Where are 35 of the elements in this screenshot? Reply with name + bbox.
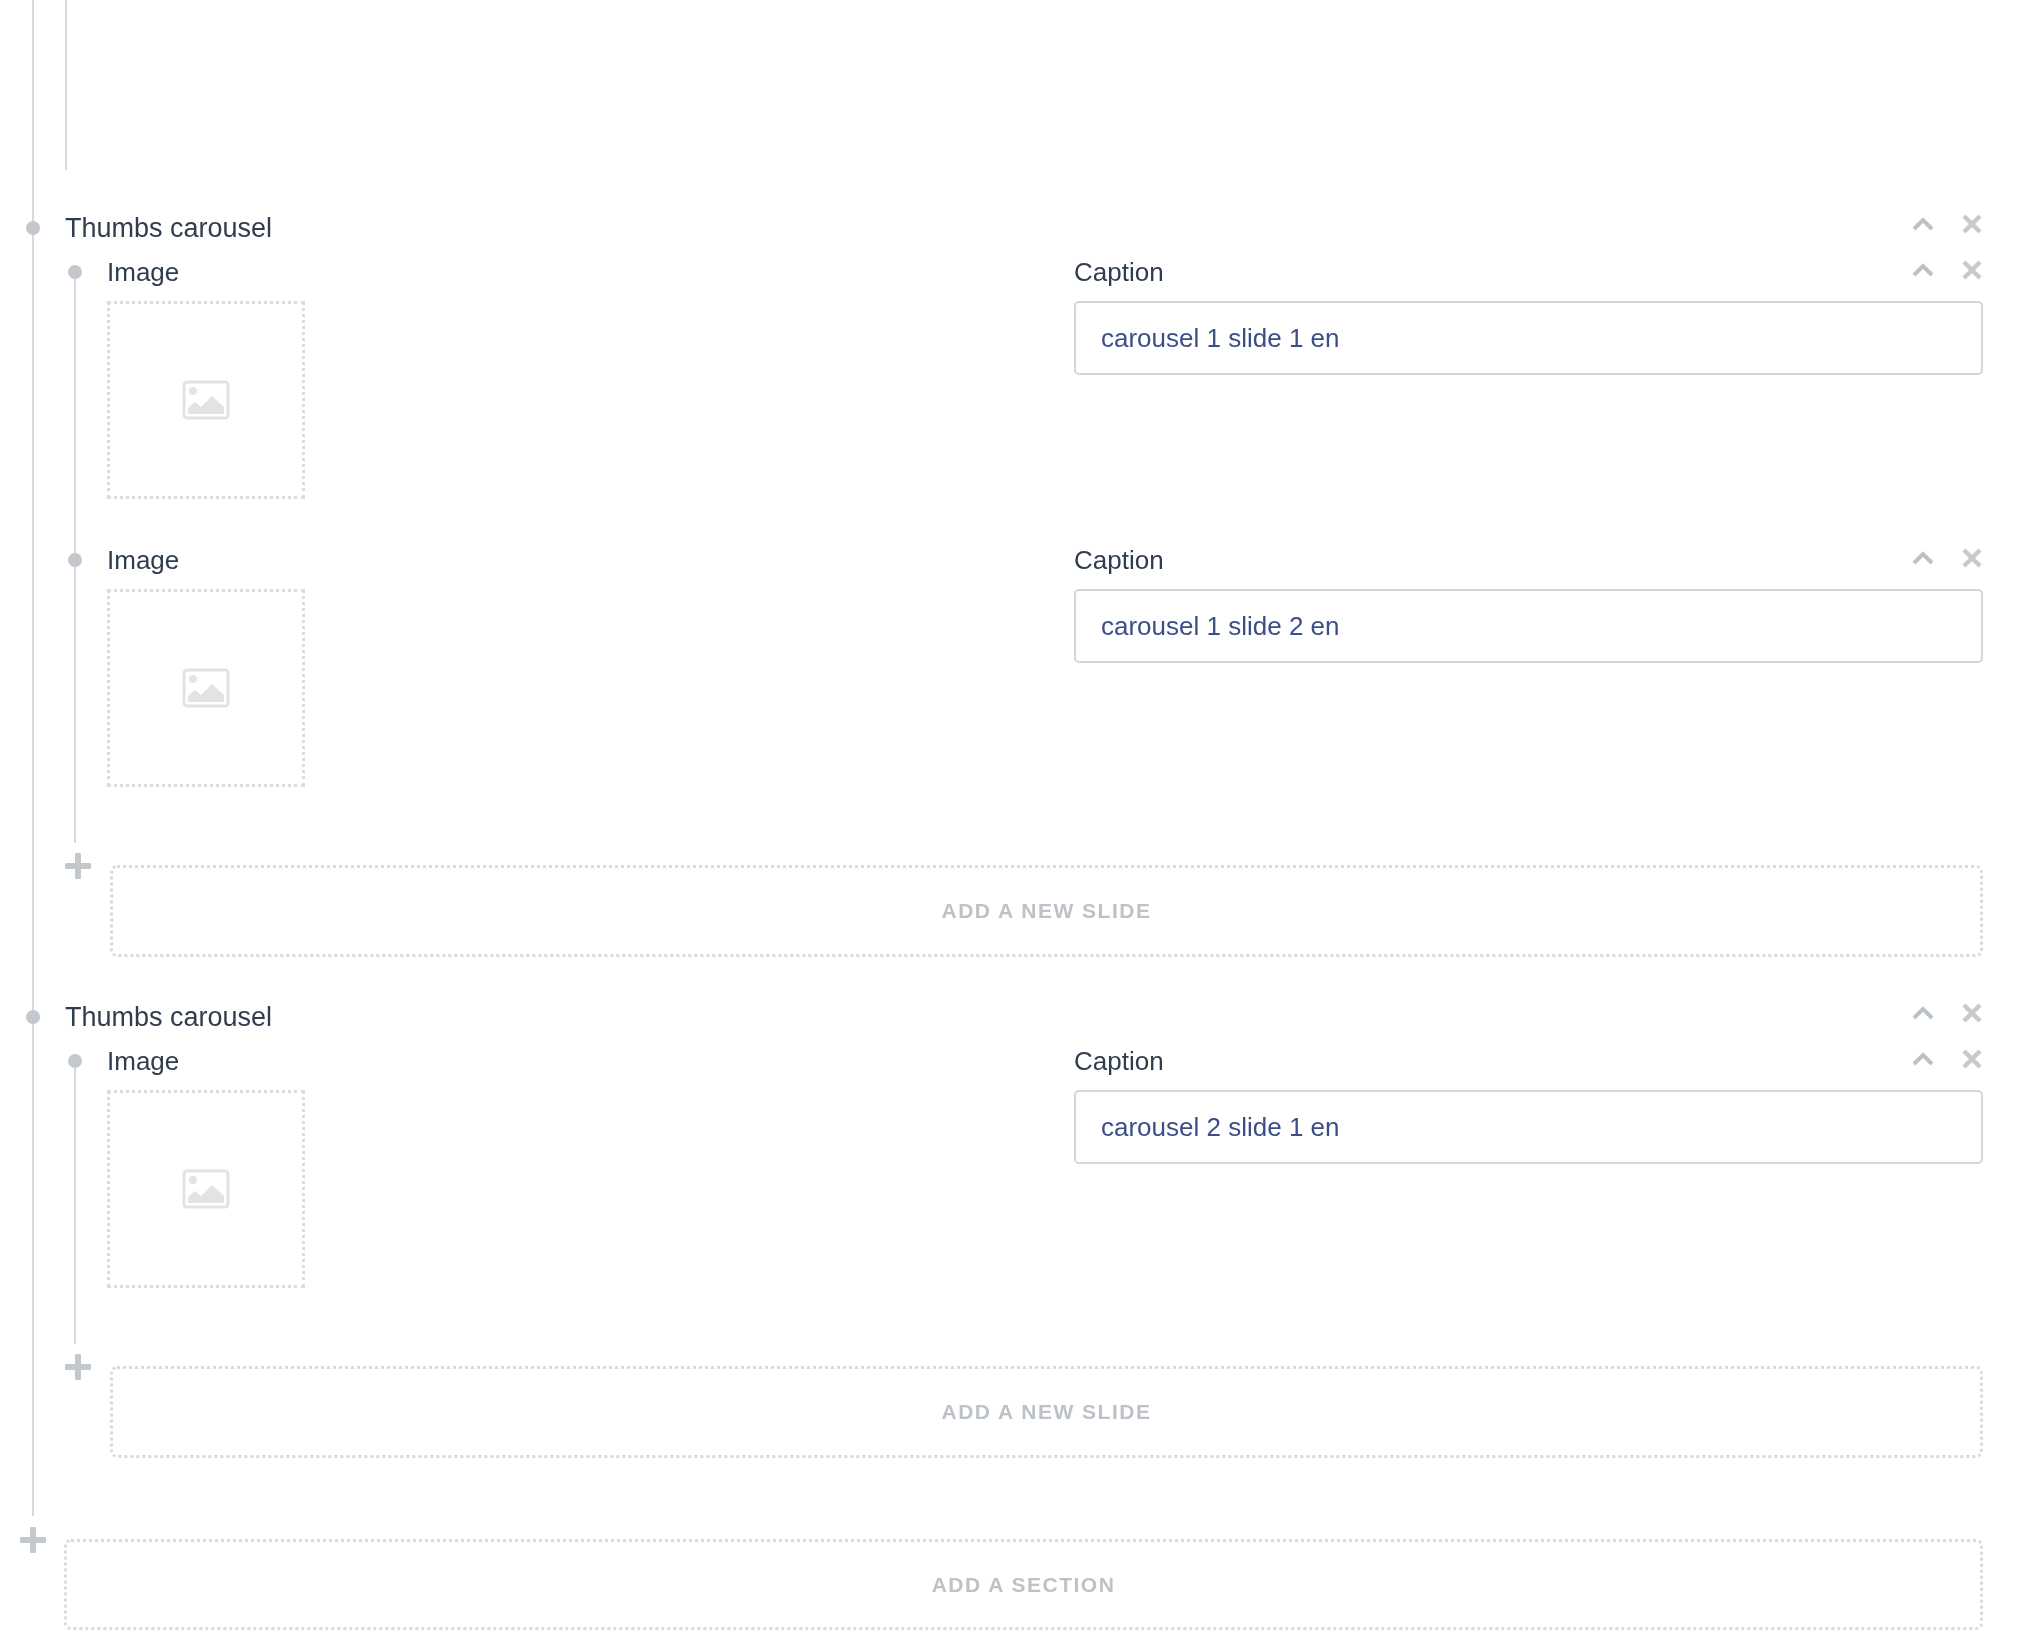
bullet-icon (68, 553, 82, 567)
chevron-up-icon[interactable] (1912, 263, 1934, 277)
image-placeholder[interactable] (107, 1090, 305, 1288)
caption-input[interactable]: carousel 1 slide 1 en (1074, 301, 1983, 375)
image-icon (182, 1169, 230, 1209)
close-icon[interactable] (1961, 1048, 1983, 1070)
chevron-up-icon[interactable] (1912, 1006, 1934, 1020)
section-title: Thumbs carousel (65, 212, 273, 245)
section-title: Thumbs carousel (65, 1001, 273, 1034)
close-icon[interactable] (1961, 1002, 1983, 1024)
bullet-icon (26, 1010, 40, 1024)
bullet-icon (68, 265, 82, 279)
chevron-up-icon[interactable] (1912, 1052, 1934, 1066)
plus-icon[interactable] (65, 853, 91, 879)
image-placeholder[interactable] (107, 589, 305, 787)
caption-input[interactable]: carousel 2 slide 1 en (1074, 1090, 1983, 1164)
bullet-icon (68, 1054, 82, 1068)
close-icon[interactable] (1961, 213, 1983, 235)
caption-label: Caption (1074, 544, 1164, 577)
caption-label: Caption (1074, 1045, 1164, 1078)
image-icon (182, 380, 230, 420)
plus-icon[interactable] (20, 1527, 46, 1553)
close-icon[interactable] (1961, 547, 1983, 569)
image-label: Image (107, 1045, 180, 1078)
bullet-icon (26, 221, 40, 235)
plus-icon[interactable] (65, 1354, 91, 1380)
image-label: Image (107, 256, 180, 289)
image-placeholder[interactable] (107, 301, 305, 499)
image-icon (182, 668, 230, 708)
caption-input[interactable]: carousel 1 slide 2 en (1074, 589, 1983, 663)
image-label: Image (107, 544, 180, 577)
caption-label: Caption (1074, 256, 1164, 289)
chevron-up-icon[interactable] (1912, 551, 1934, 565)
chevron-up-icon[interactable] (1912, 217, 1934, 231)
close-icon[interactable] (1961, 259, 1983, 281)
